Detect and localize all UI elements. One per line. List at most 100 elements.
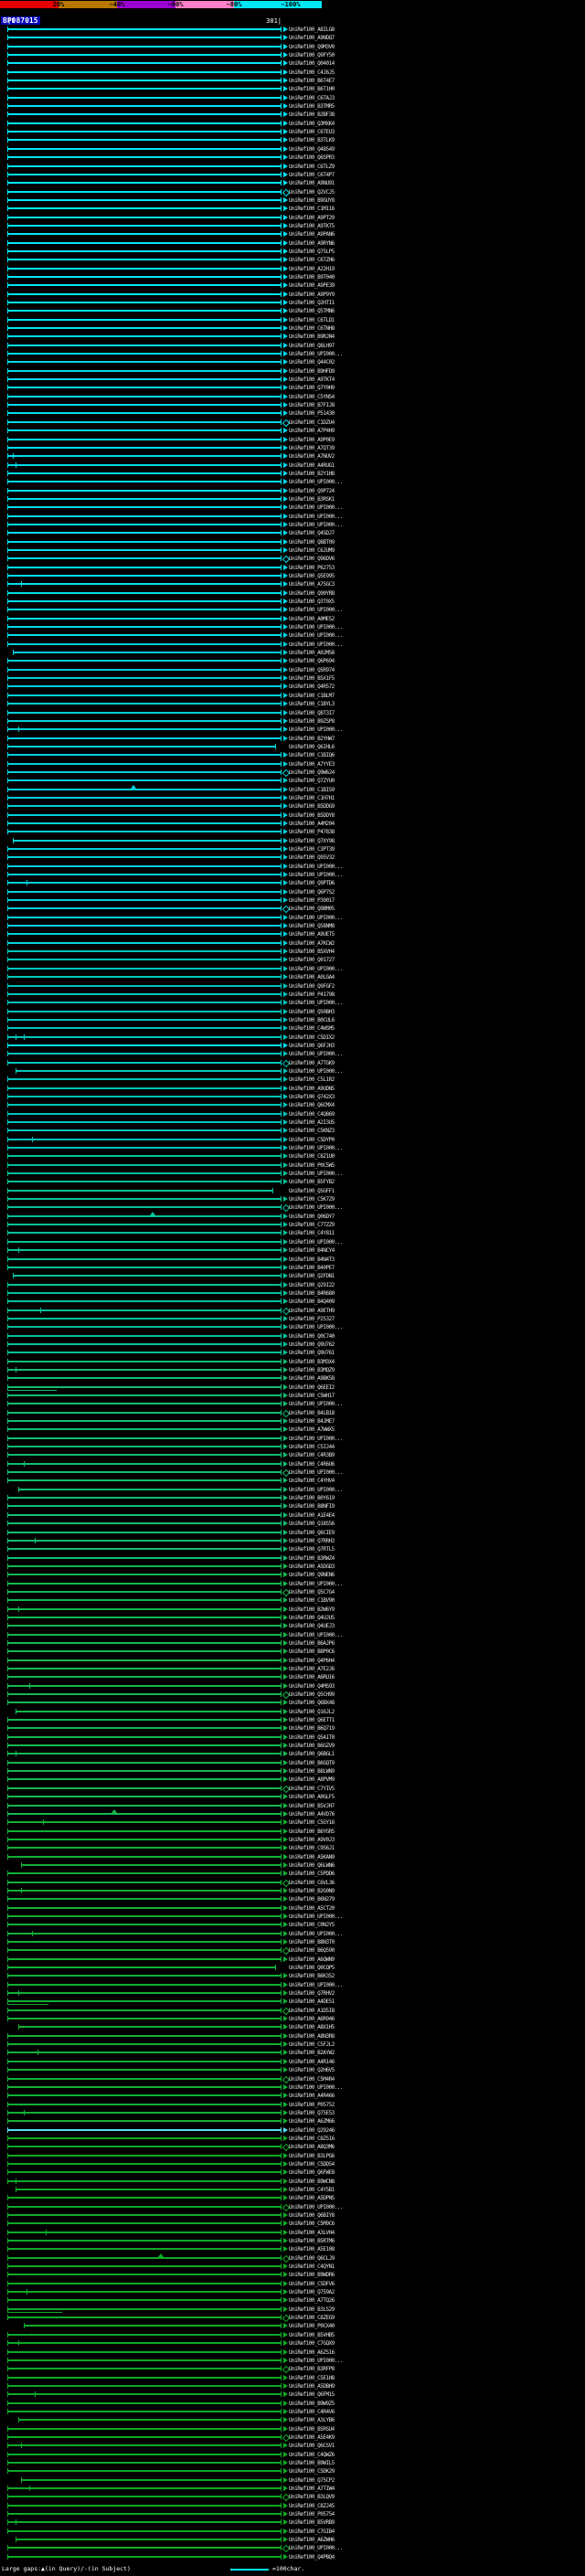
alignment-bar[interactable]	[7, 163, 282, 169]
hit-label[interactable]: UniRef100_Q2FDN1	[289, 1273, 335, 1280]
alignment-bar[interactable]	[7, 1366, 282, 1373]
alignment-bar[interactable]	[7, 1034, 282, 1040]
alignment-bar[interactable]	[18, 1486, 282, 1492]
alignment-bar[interactable]	[7, 1238, 282, 1245]
hit-label[interactable]: UniRef100_Q7Y0H9	[289, 385, 335, 392]
alignment-bar[interactable]	[7, 78, 282, 84]
hit-label[interactable]: UniRef100_Q4UEJ3	[289, 1623, 335, 1630]
hit-label[interactable]: UniRef100_B2G0N9	[289, 1888, 335, 1895]
hit-label[interactable]: UniRef100_Q0CQP5	[289, 1965, 335, 1972]
hit-label[interactable]: UniRef100_A7TGK9	[289, 1060, 335, 1067]
alignment-bar[interactable]	[7, 1393, 282, 1398]
hit-row[interactable]: UniRef100_B3RSK1	[0, 495, 585, 504]
hit-row[interactable]: UniRef100_UPI000...	[0, 1468, 585, 1478]
hit-row[interactable]: UniRef100_Q3T0X5	[0, 598, 585, 606]
alignment-bar[interactable]	[13, 837, 282, 843]
hit-label[interactable]: UniRef100_B5VHB5	[289, 2332, 335, 2339]
hit-row[interactable]: UniRef100_P0C5W5	[0, 1161, 585, 1170]
alignment-bar[interactable]	[7, 248, 282, 254]
alignment-bar[interactable]	[7, 2263, 282, 2270]
hit-row[interactable]: UniRef100_B3RFP8	[0, 2365, 585, 2374]
alignment-bar[interactable]	[7, 2340, 282, 2347]
hit-row[interactable]: UniRef100_Q0C740	[0, 1332, 585, 1341]
hit-label[interactable]: UniRef100_UPI000...	[289, 1982, 344, 1989]
hit-row[interactable]: UniRef100_B5RTM6	[0, 2237, 585, 2245]
alignment-bar[interactable]	[7, 1674, 282, 1680]
hit-label[interactable]: UniRef100_Q01727	[289, 957, 335, 964]
alignment-bar[interactable]	[7, 1529, 282, 1535]
hit-label[interactable]: UniRef100_UPI000...	[289, 1913, 344, 1921]
hit-label[interactable]: UniRef100_B3LS29	[289, 2306, 335, 2314]
hit-row[interactable]: UniRef100_Q6CMX4	[0, 1101, 585, 1109]
alignment-bar[interactable]	[7, 717, 282, 724]
hit-label[interactable]: UniRef100_C5KNZ3	[289, 1128, 335, 1135]
hit-label[interactable]: UniRef100_A9P0E9	[289, 437, 335, 444]
hit-row[interactable]: UniRef100_C7GQX9	[0, 2339, 585, 2348]
alignment-bar[interactable]	[7, 982, 282, 989]
alignment-bar[interactable]	[7, 1059, 282, 1065]
hit-row[interactable]: UniRef100_B5VHB5	[0, 2331, 585, 2339]
alignment-bar[interactable]	[7, 428, 282, 434]
alignment-bar[interactable]	[7, 2254, 282, 2261]
hit-label[interactable]: UniRef100_C5DYP0	[289, 1137, 335, 1144]
hit-row[interactable]: UniRef100_Q2VCJ5	[0, 188, 585, 196]
alignment-bar[interactable]	[7, 2502, 282, 2508]
alignment-bar[interactable]	[7, 470, 282, 476]
alignment-bar[interactable]	[7, 2160, 282, 2167]
hit-row[interactable]: UniRef100_Q5GFF1	[0, 1187, 585, 1195]
hit-label[interactable]: UniRef100_B3TMR5	[289, 103, 335, 111]
alignment-bar[interactable]	[7, 1161, 282, 1168]
alignment-bar[interactable]	[7, 692, 282, 698]
hit-label[interactable]: UniRef100_A5CT20	[289, 1905, 335, 1913]
hit-label[interactable]: UniRef100_A5DBH9	[289, 2383, 335, 2390]
hit-label[interactable]: UniRef100_B6Q590	[289, 1947, 335, 1955]
alignment-bar[interactable]	[7, 2238, 282, 2244]
alignment-bar[interactable]	[7, 846, 282, 852]
hit-row[interactable]: UniRef100_C1BIS9	[0, 784, 585, 794]
alignment-bar[interactable]	[7, 581, 282, 588]
alignment-bar[interactable]	[7, 1110, 282, 1117]
hit-label[interactable]: UniRef100_Q6CLJ9	[289, 2255, 335, 2263]
hit-label[interactable]: UniRef100_UPI000...	[289, 1204, 344, 1212]
hit-row[interactable]: UniRef100_A0LGA4	[0, 973, 585, 981]
hit-label[interactable]: UniRef100_C4QYN1	[289, 2263, 335, 2271]
hit-row[interactable]: UniRef100_Q9NEN6	[0, 1571, 585, 1579]
hit-row[interactable]: UniRef100_A8N3R8	[0, 2032, 585, 2041]
hit-label[interactable]: UniRef100_Q6FJH3	[289, 1043, 335, 1050]
hit-row[interactable]: UniRef100_Q7Y0H9	[0, 384, 585, 392]
hit-label[interactable]: UniRef100_C6TEU3	[289, 129, 335, 136]
hit-label[interactable]: UniRef100_C8ZEG9	[289, 2315, 335, 2322]
hit-row[interactable]: UniRef100_Q9W624	[0, 769, 585, 778]
hit-row[interactable]: UniRef100_P0CX40	[0, 2322, 585, 2330]
alignment-bar[interactable]	[7, 1871, 282, 1877]
alignment-bar[interactable]	[7, 564, 282, 570]
hit-row[interactable]: UniRef100_Q5E995	[0, 572, 585, 580]
hit-label[interactable]: UniRef100_A7YYE3	[289, 761, 335, 769]
alignment-bar[interactable]	[7, 1537, 282, 1543]
hit-label[interactable]: UniRef100_A9V0J3	[289, 1837, 335, 1844]
hit-row[interactable]: UniRef100_B40PE7	[0, 1264, 585, 1272]
hit-label[interactable]: UniRef100_Q96DV6	[289, 556, 335, 563]
alignment-bar[interactable]	[7, 1153, 282, 1160]
alignment-bar[interactable]	[7, 1452, 282, 1458]
hit-row[interactable]: UniRef100_Q6CIE9	[0, 1529, 585, 1537]
hit-row[interactable]: UniRef100_A6ZWH6	[0, 2536, 585, 2544]
alignment-bar[interactable]	[7, 2433, 282, 2440]
hit-row[interactable]: UniRef100_B5RSU4	[0, 2425, 585, 2433]
hit-label[interactable]: UniRef100_UPI000...	[289, 966, 344, 973]
alignment-bar[interactable]	[7, 1691, 282, 1698]
hit-label[interactable]: UniRef100_A0LGA4	[289, 974, 335, 981]
hit-row[interactable]: UniRef100_UPI000...	[0, 2544, 585, 2553]
hit-row[interactable]: UniRef100_B5X1F5	[0, 674, 585, 683]
hit-label[interactable]: UniRef100_C1BLM7	[289, 693, 335, 700]
hit-label[interactable]: UniRef100_P0C5W5	[289, 1162, 335, 1170]
hit-row[interactable]: UniRef100_Q8BT09	[0, 538, 585, 546]
alignment-bar[interactable]	[7, 52, 282, 58]
hit-label[interactable]: UniRef100_B8P0C6	[289, 1648, 335, 1656]
alignment-bar[interactable]	[7, 2545, 282, 2551]
hit-label[interactable]: UniRef100_B6GZV9	[289, 1743, 335, 1750]
alignment-bar[interactable]	[7, 2348, 282, 2355]
hit-label[interactable]: UniRef100_B4JME7	[289, 1418, 335, 1426]
hit-row[interactable]: UniRef100_C1M116	[0, 205, 585, 213]
hit-label[interactable]: UniRef100_UPI000...	[289, 1487, 344, 1494]
